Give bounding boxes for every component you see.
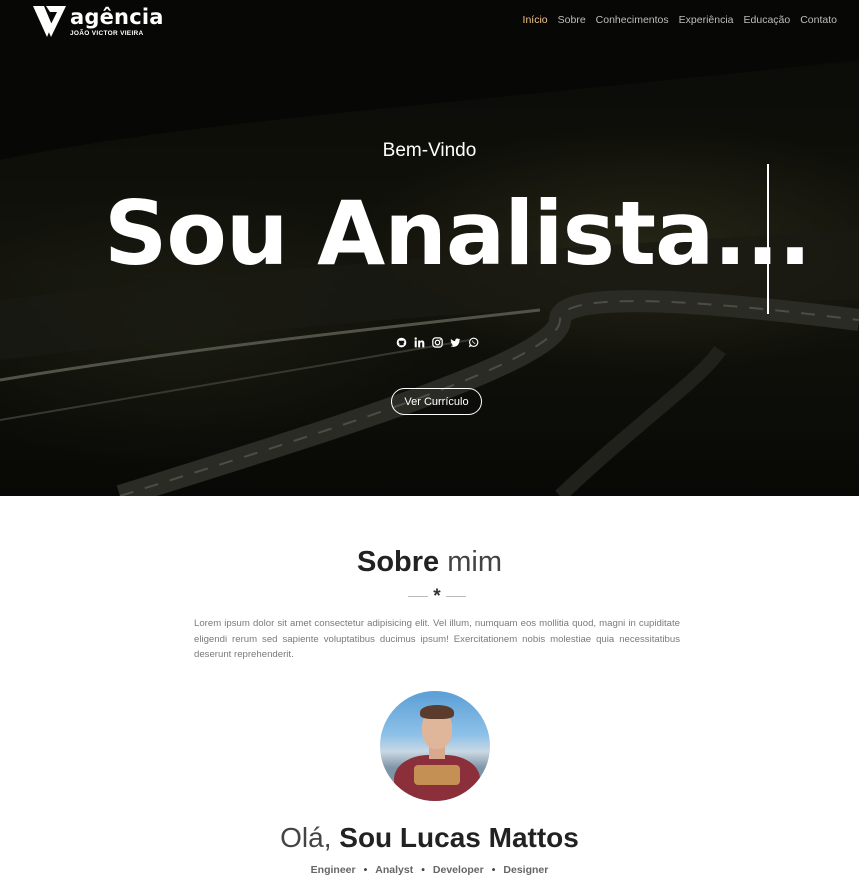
profile-avatar — [380, 691, 490, 801]
divider-line-right — [446, 596, 466, 597]
main-nav: Início Sobre Conhecimentos Experiência E… — [523, 14, 837, 26]
brand-name: agência — [70, 5, 164, 29]
about-title: Sobre mim — [0, 546, 859, 579]
about-title-strong: Sobre — [356, 546, 440, 578]
view-resume-button[interactable]: Ver Currículo — [391, 388, 482, 415]
instagram-icon[interactable] — [431, 336, 443, 348]
role-item: Developer — [432, 864, 484, 876]
section-divider: * — [408, 586, 466, 607]
avatar-shirt-print — [414, 765, 460, 785]
nav-link-conhecimentos[interactable]: Conhecimentos — [596, 14, 669, 26]
profile-greeting: Olá, Sou Lucas Mattos — [0, 822, 859, 854]
hero-welcome: Bem-Vindo — [382, 140, 477, 161]
nav-link-educacao[interactable]: Educação — [744, 14, 791, 26]
role-separator: • — [421, 864, 425, 876]
role-item: Analyst — [375, 864, 414, 876]
nav-link-experiencia[interactable]: Experiência — [679, 14, 734, 26]
hero-section: agência JOÃO VICTOR VIEIRA Início Sobre … — [0, 0, 859, 496]
role-separator: • — [491, 864, 496, 876]
about-text: Lorem ipsum dolor sit amet consectetur a… — [194, 618, 680, 660]
linkedin-icon[interactable] — [413, 336, 425, 348]
divider-line-left — [408, 596, 428, 597]
typing-caret — [767, 164, 769, 314]
github-icon[interactable] — [395, 336, 407, 348]
greeting-light: Olá, — [280, 822, 332, 853]
role-separator: • — [363, 864, 368, 876]
greeting-name: Sou Lucas Mattos — [339, 822, 579, 853]
brand-logo[interactable]: agência JOÃO VICTOR VIEIRA — [32, 3, 164, 39]
nav-link-sobre[interactable]: Sobre — [558, 14, 586, 26]
about-title-light: mim — [447, 546, 502, 578]
social-links — [395, 336, 479, 348]
role-item: Engineer — [310, 864, 356, 876]
divider-star-icon: * — [433, 586, 441, 607]
twitter-icon[interactable] — [449, 336, 461, 348]
profile-roles: Engineer • Analyst • Developer • Designer — [0, 864, 859, 876]
logo-mark-icon — [33, 6, 66, 37]
hero-headline: Sou Analista... — [104, 182, 812, 285]
nav-link-inicio[interactable]: Início — [523, 14, 548, 26]
avatar-hair — [420, 705, 454, 719]
nav-link-contato[interactable]: Contato — [800, 14, 837, 26]
brand-subtitle: JOÃO VICTOR VIEIRA — [70, 30, 144, 37]
role-item: Designer — [503, 864, 549, 876]
whatsapp-icon[interactable] — [467, 336, 479, 348]
